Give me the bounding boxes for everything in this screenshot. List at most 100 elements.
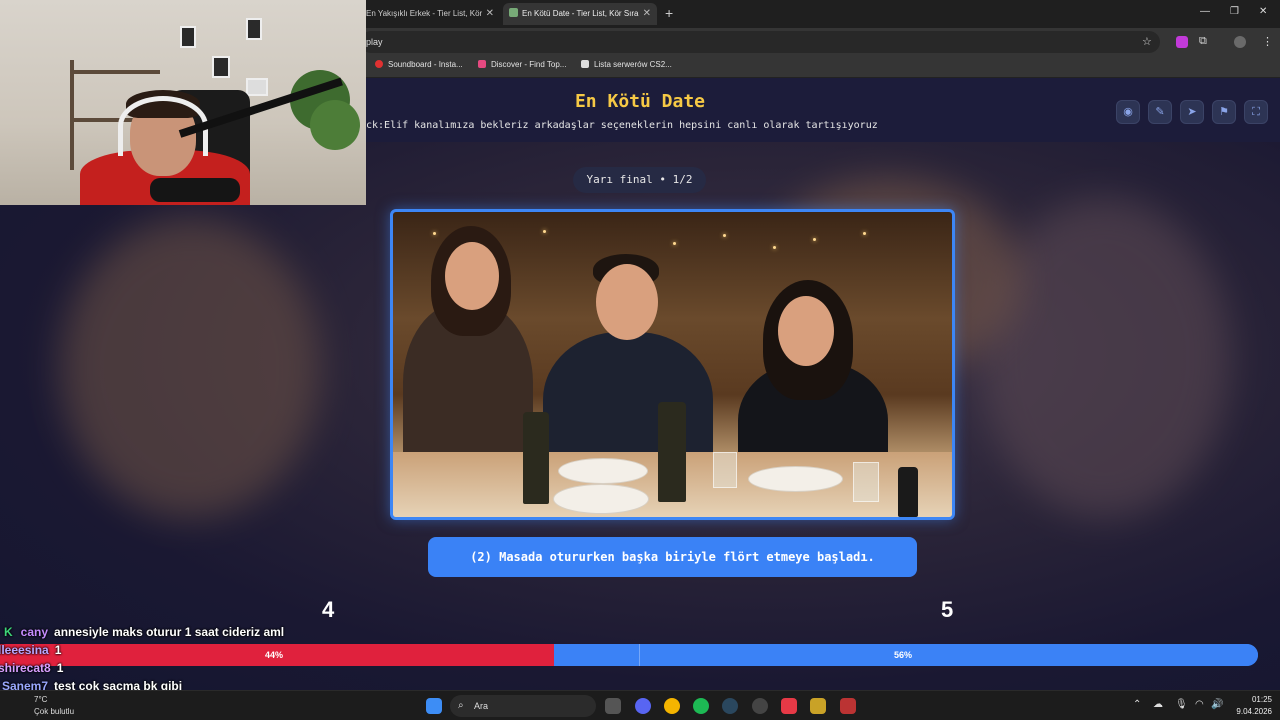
send-icon[interactable]: ➤ — [1180, 100, 1204, 124]
chat-badge: K — [4, 625, 13, 639]
tab-en-kotu-date[interactable]: En Kötü Date - Tier List, Kör Sıra ✕ — [503, 3, 657, 25]
string-light — [863, 232, 866, 235]
extensions-puzzle-icon[interactable]: ⧉ — [1199, 35, 1207, 48]
webcam-overlay — [0, 0, 366, 205]
chat-message: Kcany annesiyle maks oturur 1 saat cideri… — [0, 622, 284, 642]
background-blur — [60, 218, 320, 518]
discord-icon[interactable] — [635, 698, 651, 714]
flag-icon[interactable]: ⚑ — [1212, 100, 1236, 124]
extension-icon[interactable] — [1176, 36, 1188, 48]
close-icon[interactable]: ✕ — [643, 3, 651, 25]
string-light — [813, 238, 816, 241]
microphone-icon[interactable]: 🎙 — [1175, 699, 1188, 710]
pepper-mill — [898, 467, 918, 517]
tab-label: En Yakışıklı Erkek - Tier List, Kör — [366, 9, 483, 18]
chat-text: 1 — [54, 643, 62, 657]
string-light — [673, 242, 676, 245]
taskbar-search[interactable]: ⌕ Ara — [450, 695, 596, 717]
wifi-icon[interactable]: ◠ — [1195, 699, 1204, 710]
tray-chevron-icon[interactable]: ⌃ — [1133, 699, 1141, 710]
weather-temp: 7°C — [34, 695, 48, 704]
plate — [558, 458, 648, 484]
url-input[interactable]: play — [360, 31, 1160, 53]
shelf — [70, 60, 74, 170]
windows-start-icon[interactable] — [426, 698, 442, 714]
bookmark-label: Lista serwerów CS2... — [594, 60, 672, 69]
app-icon[interactable] — [810, 698, 826, 714]
task-view-icon[interactable] — [605, 698, 621, 714]
minimize-icon[interactable]: — — [1200, 6, 1210, 17]
bookmark-star-icon[interactable]: ☆ — [1142, 35, 1152, 48]
chat-username: lleeesina — [0, 643, 49, 657]
close-window-icon[interactable]: ✕ — [1259, 6, 1267, 17]
edit-icon[interactable]: ✎ — [1148, 100, 1172, 124]
string-light — [433, 232, 436, 235]
restore-icon[interactable]: ❐ — [1230, 6, 1239, 17]
tab-label: En Kötü Date - Tier List, Kör Sıra — [522, 9, 639, 18]
bookmark-discover[interactable]: Discover - Find Top... — [478, 60, 566, 69]
microphone — [150, 178, 240, 202]
weather-widget[interactable]: 7°C Çok bulutlu — [34, 694, 74, 718]
profile-avatar[interactable] — [1234, 36, 1246, 48]
vote-bar-right: 56% — [554, 644, 1258, 666]
taskbar-clock[interactable]: 01:25 9.04.2026 — [1226, 694, 1272, 718]
time: 01:25 — [1251, 695, 1272, 704]
bookmark-lista-serwerow[interactable]: Lista serwerów CS2... — [581, 60, 672, 69]
wall-frame — [246, 78, 268, 96]
bookmark-icon — [581, 60, 589, 68]
eye-icon[interactable]: ◉ — [1116, 100, 1140, 124]
option-button[interactable]: (2) Masada otururken başka biriyle flört… — [428, 537, 917, 577]
windows-taskbar: 7°C Çok bulutlu ⌕ Ara ⌃ ☁ 🎙 ◠ 🔊 01:25 9.… — [0, 690, 1280, 720]
app-icon[interactable] — [840, 698, 856, 714]
wine-bottle — [658, 402, 686, 502]
page-title: En Kötü Date — [574, 91, 706, 112]
vote-divider — [639, 644, 640, 666]
game-description: ck:Elif kanalımıza bekleriz arkadaşlar s… — [366, 120, 878, 131]
chat-text: 1 — [56, 661, 64, 675]
weather-desc: Çok bulutlu — [34, 707, 75, 716]
shelf — [72, 70, 160, 74]
steam-icon[interactable] — [722, 698, 738, 714]
right-percent: 56% — [894, 650, 913, 660]
option-image[interactable] — [390, 209, 955, 520]
vote-bar-left: 44% — [0, 644, 554, 666]
close-icon[interactable]: ✕ — [486, 3, 494, 25]
plant — [310, 100, 360, 150]
chrome-icon[interactable] — [664, 698, 680, 714]
left-vote-count: 4 — [322, 597, 335, 622]
wall-frame — [212, 56, 230, 78]
chat-username: shirecat8 — [0, 661, 51, 675]
search-icon: ⌕ — [458, 700, 464, 711]
glass — [853, 462, 879, 502]
round-indicator: Yarı final • 1/2 — [573, 167, 706, 193]
spotify-icon[interactable] — [693, 698, 709, 714]
glass — [713, 452, 737, 488]
string-light — [773, 246, 776, 249]
new-tab-button[interactable]: + — [665, 5, 673, 21]
plate — [553, 484, 649, 514]
volume-icon[interactable]: 🔊 — [1211, 699, 1223, 710]
wall-frame — [180, 26, 196, 48]
vote-bar: 44% 56% — [0, 644, 1258, 666]
bookmark-icon — [375, 60, 383, 68]
face — [445, 242, 499, 310]
bookmark-icon — [478, 60, 486, 68]
bookmark-label: Soundboard - Insta... — [388, 60, 463, 69]
plate — [748, 466, 843, 492]
tab-en-yakisikli-erkek[interactable]: En Yakışıklı Erkek - Tier List, Kör ✕ — [360, 3, 500, 25]
search-placeholder: Ara — [474, 701, 489, 711]
menu-kebab-icon[interactable]: ⋮ — [1262, 35, 1273, 48]
face — [596, 264, 658, 340]
bookmark-label: Discover - Find Top... — [491, 60, 567, 69]
cloud-icon[interactable]: ☁ — [1153, 699, 1163, 710]
chat-message: lleeesina 1 — [0, 640, 61, 660]
bookmark-soundboard[interactable]: Soundboard - Insta... — [375, 60, 463, 69]
app-icon[interactable] — [752, 698, 768, 714]
chat-username: cany — [20, 625, 49, 639]
shield-app-icon[interactable] — [781, 698, 797, 714]
wall-frame — [246, 18, 262, 40]
right-vote-count: 5 — [941, 597, 954, 622]
face — [778, 296, 834, 366]
fullscreen-icon[interactable]: ⛶ — [1244, 100, 1268, 124]
date: 9.04.2026 — [1236, 707, 1272, 716]
